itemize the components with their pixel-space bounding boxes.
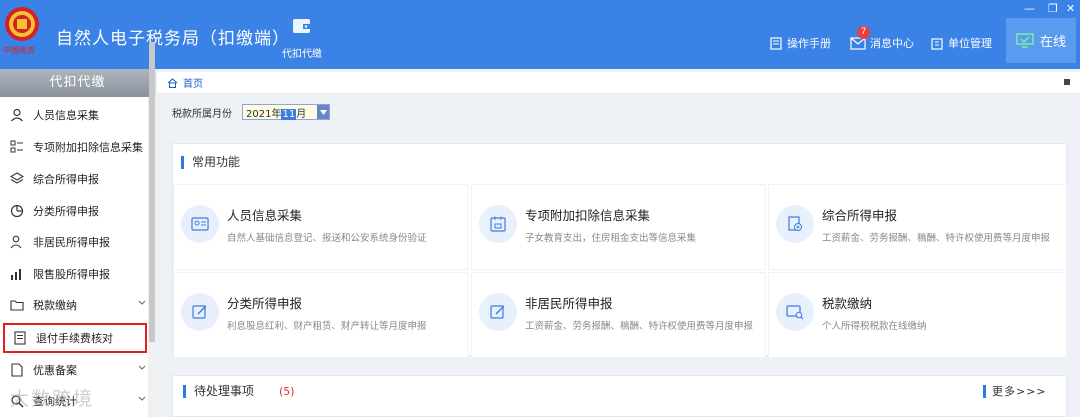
status-label: 在线: [1039, 35, 1066, 50]
func-desc: 工资薪金、劳务报酬、稿酬、特许权使用费等月度申报: [525, 321, 754, 332]
sidebar-item-label: 税款缴纳: [33, 299, 77, 312]
edit-icon: [181, 293, 219, 331]
func-person-info[interactable]: 人员信息采集自然人基础信息登记、报送和公安系统身份验证: [173, 184, 468, 270]
app-header: 中国税务 自然人电子税务局（扣缴端） 代扣代缴 — ❐ ✕ 操作手册 7 消息中…: [0, 0, 1080, 69]
sidebar-item-label: 退付手续费核对: [36, 332, 113, 345]
book-icon: [770, 36, 782, 50]
minimize-button[interactable]: —: [1024, 2, 1035, 15]
month-select[interactable]: 2021年11月: [242, 104, 330, 120]
nav-withholding[interactable]: 代扣代缴: [278, 16, 326, 60]
calendar-icon: [479, 205, 517, 243]
breadcrumb-home[interactable]: 首页: [183, 75, 203, 90]
doc-add-icon: [776, 205, 814, 243]
message-badge: 7: [857, 25, 870, 39]
home-icon: [167, 77, 178, 88]
func-name: 人员信息采集: [227, 208, 303, 223]
close-window-button[interactable]: ✕: [1066, 2, 1075, 15]
bar-chart-icon: [11, 269, 21, 280]
chevron-down-icon: [138, 365, 146, 370]
wallet-icon: [293, 19, 311, 33]
sidebar-item-label: 非居民所得申报: [33, 236, 110, 249]
unit-management-link[interactable]: 单位管理: [930, 35, 992, 51]
id-card-icon: [181, 205, 219, 243]
watermark: 大数跨境: [10, 388, 95, 410]
message-center-link[interactable]: 7 消息中心: [850, 25, 914, 51]
sidebar-item-refund-fee[interactable]: 退付手续费核对: [3, 323, 147, 353]
func-name: 综合所得申报: [822, 208, 898, 223]
pie-icon: [10, 204, 24, 218]
list-icon: [10, 140, 23, 153]
func-non-resident[interactable]: 非居民所得申报工资薪金、劳务报酬、稿酬、特许权使用费等月度申报: [471, 272, 766, 358]
func-special-deduction[interactable]: 专项附加扣除信息采集子女教育支出，住房租金支出等信息采集: [471, 184, 766, 270]
sidebar-title: 代扣代缴: [0, 69, 155, 97]
sidebar-item-restricted-shares[interactable]: 限售股所得申报: [0, 259, 148, 289]
receipt-icon: [14, 331, 26, 345]
chevron-down-icon: [138, 300, 146, 305]
sidebar-item-label: 人员信息采集: [33, 109, 99, 122]
chevron-down-icon: [138, 396, 146, 401]
func-desc: 自然人基础信息登记、报送和公安系统身份验证: [227, 233, 427, 244]
app-title: 自然人电子税务局（扣缴端）: [56, 29, 290, 49]
sidebar-item-label: 限售股所得申报: [33, 268, 110, 281]
pending-items-panel: 待处理事项 (5) 更多>>>: [172, 375, 1067, 417]
folder-icon: [10, 300, 24, 311]
unit-label: 单位管理: [948, 37, 992, 50]
sidebar-item-preferential-filing[interactable]: 优惠备案: [0, 355, 148, 385]
func-desc: 利息股息红利、财产租赁、财产转让等月度申报: [227, 321, 427, 332]
sidebar-item-special-deduction[interactable]: 专项附加扣除信息采集: [0, 132, 148, 162]
document-icon: [11, 363, 23, 377]
period-label: 税款所属月份: [172, 108, 232, 120]
func-name: 税款缴纳: [822, 296, 873, 311]
logo-text: 中国税务: [3, 46, 35, 55]
breadcrumb: 首页: [157, 72, 1080, 94]
sidebar-item-label: 优惠备案: [33, 364, 77, 377]
sidebar-item-label: 综合所得申报: [33, 173, 99, 186]
restore-button[interactable]: ❐: [1048, 2, 1058, 15]
func-name: 专项附加扣除信息采集: [525, 208, 651, 223]
card-search-icon: [776, 293, 814, 331]
func-comprehensive[interactable]: 综合所得申报工资薪金、劳务报酬、稿酬、特许权使用费等月度申报: [768, 184, 1067, 270]
func-desc: 子女教育支出，住房租金支出等信息采集: [525, 233, 697, 244]
sidebar-item-label: 专项附加扣除信息采集: [33, 141, 143, 154]
pending-title: 待处理事项: [183, 385, 254, 398]
sidebar-item-tax-payment[interactable]: 税款缴纳: [0, 290, 148, 320]
period-filter: 税款所属月份 2021年11月: [172, 104, 330, 120]
year-value: 2021年: [246, 108, 282, 120]
more-link[interactable]: 更多>>>: [983, 385, 1047, 398]
func-tax-payment[interactable]: 税款缴纳个人所得税税款在线缴纳: [768, 272, 1067, 358]
func-desc: 工资薪金、劳务报酬、稿酬、特许权使用费等月度申报: [822, 233, 1051, 244]
layers-icon: [10, 172, 24, 184]
month-suffix: 月: [296, 108, 307, 120]
sidebar-scroll-thumb[interactable]: [149, 42, 155, 342]
sidebar-item-label: 分类所得申报: [33, 205, 99, 218]
sidebar-item-person-info[interactable]: 人员信息采集: [0, 100, 148, 130]
monitor-check-icon: [1016, 33, 1034, 48]
sidebar-item-classified[interactable]: 分类所得申报: [0, 196, 148, 226]
pending-count: (5): [279, 385, 295, 398]
close-tab-icon[interactable]: [1064, 79, 1070, 85]
panel-title: 常用功能: [181, 156, 240, 169]
nav-withholding-label: 代扣代缴: [282, 49, 322, 60]
person-icon: [11, 108, 23, 122]
func-name: 非居民所得申报: [525, 296, 613, 311]
func-name: 分类所得申报: [227, 296, 303, 311]
messages-label: 消息中心: [870, 37, 914, 50]
dropdown-arrow-icon[interactable]: [317, 105, 329, 119]
func-classified[interactable]: 分类所得申报利息股息红利、财产租赁、财产转让等月度申报: [173, 272, 468, 358]
common-functions-panel: 常用功能 人员信息采集自然人基础信息登记、报送和公安系统身份验证 专项附加扣除信…: [172, 143, 1067, 358]
manual-label: 操作手册: [787, 37, 831, 50]
sidebar-item-comprehensive[interactable]: 综合所得申报: [0, 164, 148, 194]
sidebar: 代扣代缴 人员信息采集 专项附加扣除信息采集 综合所得申报 分类所得申报 非居民…: [0, 69, 156, 417]
tax-logo-icon: 中国税务: [3, 5, 41, 59]
building-icon: [931, 37, 943, 50]
edit-icon: [479, 293, 517, 331]
person-outline-icon: [10, 235, 22, 249]
online-status-button[interactable]: 在线: [1006, 18, 1076, 63]
func-desc: 个人所得税税款在线缴纳: [822, 321, 927, 332]
month-value: 11: [281, 108, 297, 120]
manual-link[interactable]: 操作手册: [769, 35, 831, 51]
sidebar-item-non-resident[interactable]: 非居民所得申报: [0, 227, 148, 257]
